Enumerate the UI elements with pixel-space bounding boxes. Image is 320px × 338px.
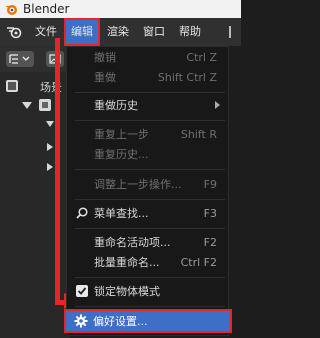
menu-item-shortcut: Shift R [180, 127, 217, 141]
checkmark-icon [77, 287, 87, 295]
menu-render[interactable]: 渲染 [100, 18, 136, 46]
search-icon [76, 207, 88, 219]
menu-item-shortcut: F9 [203, 177, 217, 191]
menu-item-label: 重复上一步 [94, 128, 149, 141]
menu-item-preferences[interactable]: 偏好设置... [64, 309, 232, 333]
edit-menu-dropdown: 撤销 Ctrl Z 重做 Shift Ctrl Z 重做历史 重复上一步 Shi… [64, 46, 232, 336]
menu-item-label: 锁定物体模式 [94, 285, 160, 298]
collapse-arrow-icon[interactable] [46, 163, 54, 171]
collection-icon [39, 99, 51, 111]
menu-item-label: 偏好设置... [93, 315, 148, 328]
top-menubar: 文件 编辑 渲染 窗口 帮助 [0, 18, 241, 46]
menu-item-undo[interactable]: 撤销 Ctrl Z [67, 47, 230, 67]
menu-item-shortcut: Ctrl Z [186, 50, 217, 64]
menu-window[interactable]: 窗口 [136, 18, 172, 46]
window-titlebar: Blender [0, 0, 241, 18]
menu-separator [75, 277, 225, 278]
menu-edit[interactable]: 编辑 [64, 18, 100, 46]
menu-item-lock-object-modes[interactable]: 锁定物体模式 [67, 281, 230, 301]
blender-logo-icon [4, 2, 18, 16]
menu-separator [75, 169, 225, 170]
collapse-arrow-icon[interactable] [46, 143, 54, 151]
expand-arrow-icon[interactable] [46, 121, 54, 129]
gear-icon [74, 314, 88, 328]
menu-item-label: 重做历史 [94, 99, 138, 112]
submenu-arrow-icon [215, 101, 220, 109]
menu-item-menu-search[interactable]: 菜单查找... F3 [67, 203, 230, 223]
outliner-list-icon [9, 54, 30, 64]
blender-menu-icon[interactable] [0, 18, 28, 46]
menu-item-undo-history[interactable]: 重做历史 [67, 95, 230, 115]
annotation-arrow-shaft [55, 38, 60, 305]
menu-separator [75, 306, 225, 307]
menu-separator [75, 199, 225, 200]
menu-item-shortcut: Ctrl F2 [180, 255, 217, 269]
menu-item-shortcut: F2 [203, 235, 217, 249]
menu-help[interactable]: 帮助 [172, 18, 208, 46]
menu-separator [75, 228, 225, 229]
menu-item-label: 重复历史... [94, 148, 149, 161]
scene-icon [6, 80, 18, 92]
menu-item-adjust-last[interactable]: 调整上一步操作... F9 [67, 174, 230, 194]
menu-separator [75, 92, 225, 93]
menu-separator [75, 120, 225, 121]
menu-item-label: 批量重命名... [94, 256, 160, 269]
menu-item-label: 重做 [94, 71, 116, 84]
display-mode-dropdown[interactable] [6, 51, 34, 67]
menu-item-label: 菜单查找... [94, 207, 149, 220]
menu-item-repeat-last[interactable]: 重复上一步 Shift R [67, 124, 230, 144]
menu-item-label: 撤销 [94, 51, 116, 64]
menu-item-rename-active[interactable]: 重命名活动项... F2 [67, 232, 230, 252]
menu-item-repeat-history[interactable]: 重复历史... [67, 144, 230, 164]
window-title: Blender [23, 2, 70, 16]
checkbox-checked[interactable] [76, 285, 88, 297]
menubar-overflow-edge [229, 26, 241, 38]
menu-item-label: 调整上一步操作... [94, 178, 182, 191]
menu-item-label: 重命名活动项... [94, 236, 171, 249]
menu-item-redo[interactable]: 重做 Shift Ctrl Z [67, 67, 230, 87]
menu-item-batch-rename[interactable]: 批量重命名... Ctrl F2 [67, 252, 230, 272]
menu-item-shortcut: Shift Ctrl Z [157, 70, 217, 84]
menu-item-shortcut: F3 [203, 206, 217, 220]
expand-arrow-icon[interactable] [22, 102, 32, 110]
